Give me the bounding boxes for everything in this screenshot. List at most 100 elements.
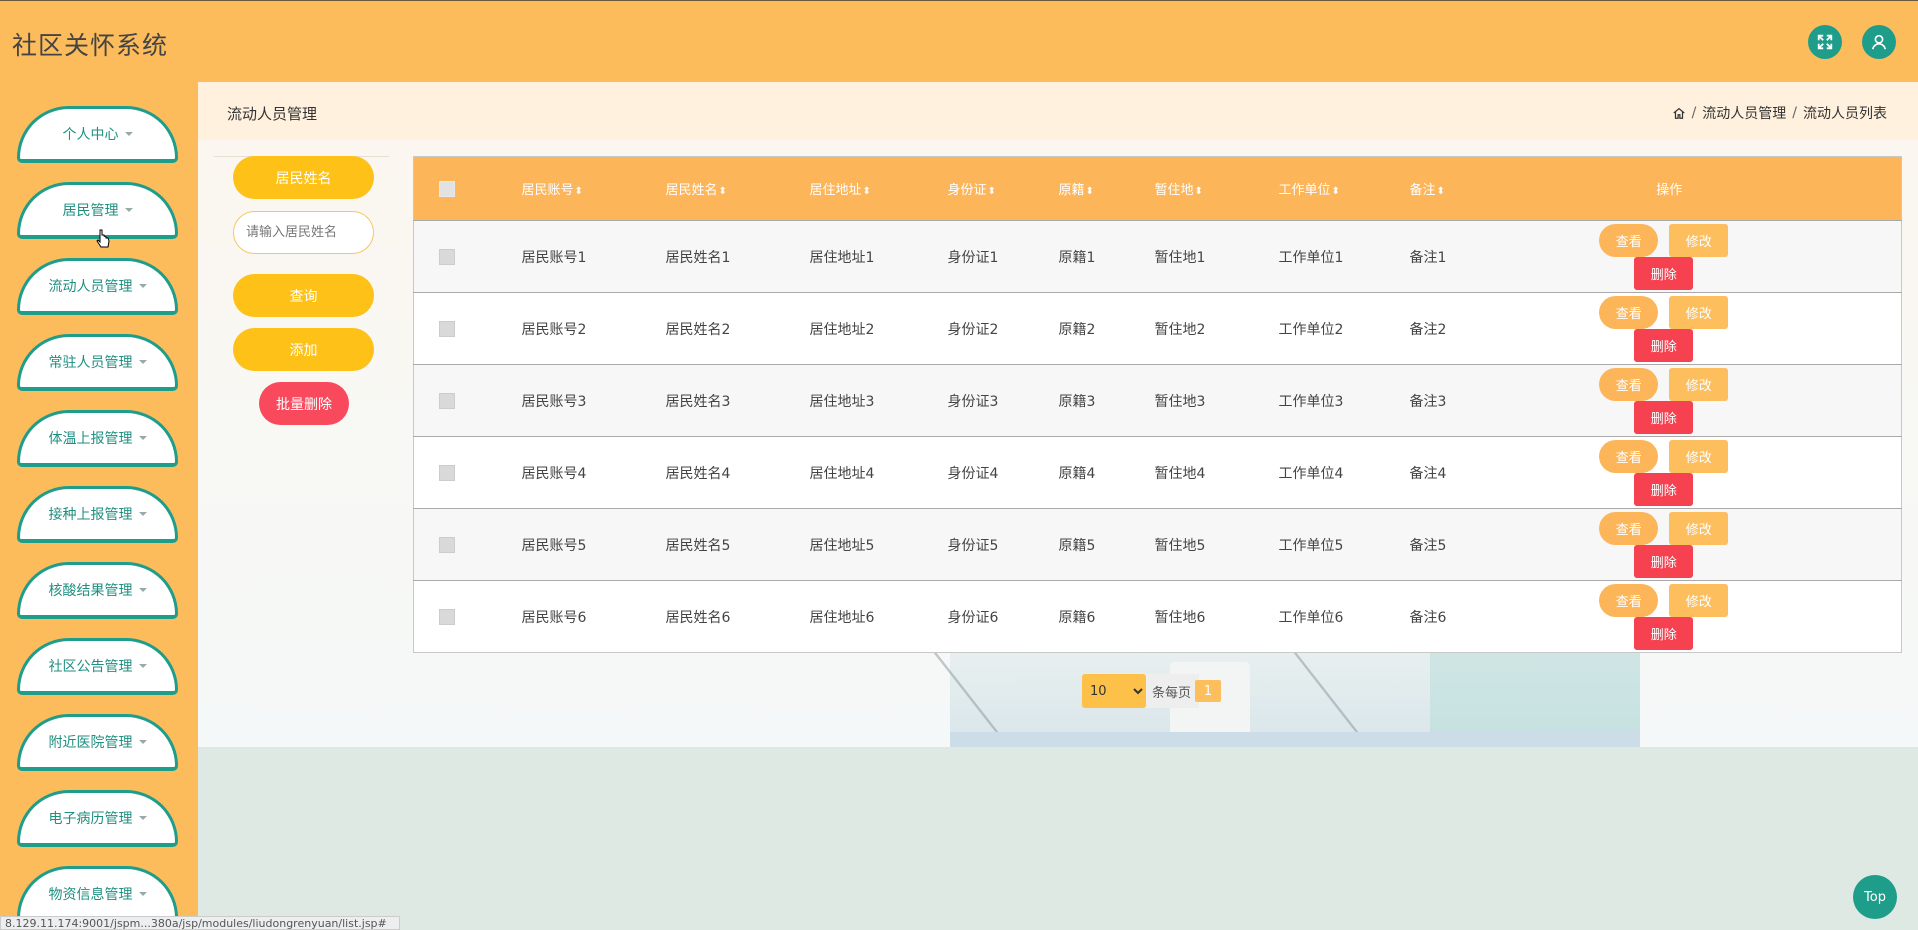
sidebar-item-nucleic-acid[interactable]: 核酸结果管理 (17, 562, 178, 619)
user-button[interactable] (1862, 25, 1896, 59)
edit-button[interactable]: 修改 (1669, 583, 1729, 617)
header-select-cell (413, 156, 522, 221)
table-cell: 原籍2 (1058, 292, 1155, 365)
table-cell: 备注5 (1409, 508, 1568, 581)
row-checkbox[interactable] (439, 464, 455, 481)
row-checkbox[interactable] (439, 536, 455, 553)
background-illustration (932, 652, 1640, 747)
row-actions-cell: 查看 修改删除 (1567, 436, 1902, 509)
column-header-id-card[interactable]: 身份证⬍ (947, 156, 1059, 221)
table-cell: 工作单位5 (1278, 508, 1410, 581)
caret-down-icon (138, 816, 147, 820)
table-cell: 居民账号2 (521, 292, 666, 365)
row-checkbox[interactable] (439, 248, 455, 265)
table-cell: 工作单位6 (1278, 580, 1410, 653)
page-button-current[interactable]: 1 (1195, 680, 1222, 702)
row-checkbox[interactable] (439, 608, 455, 625)
table-cell: 工作单位1 (1278, 220, 1410, 293)
sidebar-item-personal-center[interactable]: 个人中心 (17, 106, 178, 163)
table-cell: 原籍6 (1058, 580, 1155, 653)
table-cell: 备注3 (1409, 364, 1568, 437)
view-button[interactable]: 查看 (1599, 439, 1659, 473)
sidebar-item-floating-population[interactable]: 流动人员管理 (17, 258, 178, 315)
sidebar-item-medical-records[interactable]: 电子病历管理 (17, 790, 178, 847)
page-size-select[interactable]: 10 (1082, 674, 1146, 708)
sort-icon: ⬍ (862, 186, 871, 197)
table-row: 居民账号1 居民姓名1 居住地址1 身份证1 原籍1 暂住地1 工作单位1 备注1 查看 修改删除 (413, 220, 1902, 293)
table-cell: 工作单位3 (1278, 364, 1410, 437)
caret-down-icon (138, 588, 147, 592)
table-cell: 工作单位2 (1278, 292, 1410, 365)
delete-button[interactable]: 删除 (1634, 472, 1694, 506)
add-button[interactable]: 添加 (233, 328, 374, 371)
view-button[interactable]: 查看 (1599, 367, 1659, 401)
table-cell: 居民账号3 (521, 364, 666, 437)
sort-icon: ⬍ (987, 186, 996, 197)
table-cell: 身份证2 (947, 292, 1059, 365)
table-header-row: 居民账号⬍ 居民姓名⬍ 居住地址⬍ 身份证⬍ 原籍⬍ 暂住地⬍ 工作单位⬍ 备注… (413, 156, 1902, 221)
table-cell: 居住地址3 (809, 364, 948, 437)
view-button[interactable]: 查看 (1599, 295, 1659, 329)
fullscreen-button[interactable] (1808, 25, 1842, 59)
column-header-temp-address[interactable]: 暂住地⬍ (1154, 156, 1279, 221)
edit-button[interactable]: 修改 (1669, 511, 1729, 545)
sidebar-item-label: 接种上报管理 (48, 507, 133, 523)
view-button[interactable]: 查看 (1599, 583, 1659, 617)
row-checkbox[interactable] (439, 392, 455, 409)
edit-button[interactable]: 修改 (1669, 223, 1729, 257)
sidebar-item-nearby-hospitals[interactable]: 附近医院管理 (17, 714, 178, 771)
view-button[interactable]: 查看 (1599, 511, 1659, 545)
breadcrumb: / 流动人员管理 / 流动人员列表 (1672, 103, 1887, 123)
table-cell: 居民账号4 (521, 436, 666, 509)
table-cell: 备注6 (1409, 580, 1568, 653)
edit-button[interactable]: 修改 (1669, 367, 1729, 401)
column-header-account[interactable]: 居民账号⬍ (521, 156, 666, 221)
sidebar-item-temperature-report[interactable]: 体温上报管理 (17, 410, 178, 467)
delete-button[interactable]: 删除 (1634, 544, 1694, 578)
select-all-checkbox[interactable] (439, 180, 455, 197)
home-icon[interactable] (1672, 106, 1686, 120)
edit-button[interactable]: 修改 (1669, 439, 1729, 473)
name-field-label: 居民姓名 (233, 156, 374, 199)
delete-button[interactable]: 删除 (1634, 256, 1694, 290)
caret-down-icon (138, 284, 147, 288)
column-header-label: 暂住地 (1154, 183, 1194, 198)
column-header-origin[interactable]: 原籍⬍ (1058, 156, 1155, 221)
table-cell: 居民姓名4 (665, 436, 810, 509)
sidebar-item-vaccination-report[interactable]: 接种上报管理 (17, 486, 178, 543)
sidebar-item-announcements[interactable]: 社区公告管理 (17, 638, 178, 695)
sidebar-item-label: 附近医院管理 (48, 735, 133, 751)
column-header-label: 居住地址 (809, 183, 862, 198)
row-checkbox[interactable] (439, 320, 455, 337)
app-title: 社区关怀系统 (12, 31, 169, 60)
page-title: 流动人员管理 (227, 105, 318, 123)
back-to-top-button[interactable]: Top (1853, 875, 1897, 919)
view-button[interactable]: 查看 (1599, 223, 1659, 257)
delete-button[interactable]: 删除 (1634, 328, 1694, 362)
edit-button[interactable]: 修改 (1669, 295, 1729, 329)
delete-button[interactable]: 删除 (1634, 616, 1694, 650)
table-cell: 暂住地6 (1154, 580, 1279, 653)
column-header-name[interactable]: 居民姓名⬍ (665, 156, 810, 221)
sidebar-item-label: 常驻人员管理 (48, 355, 133, 371)
row-actions-cell: 查看 修改删除 (1567, 220, 1902, 293)
sidebar-item-label: 物资信息管理 (48, 887, 133, 903)
query-button[interactable]: 查询 (233, 274, 374, 317)
table-row: 居民账号3 居民姓名3 居住地址3 身份证3 原籍3 暂住地3 工作单位3 备注3 查看 修改删除 (413, 364, 1902, 437)
column-header-address[interactable]: 居住地址⬍ (809, 156, 948, 221)
caret-down-icon (138, 740, 147, 744)
sidebar-item-supplies[interactable]: 物资信息管理 (17, 866, 178, 923)
delete-button[interactable]: 删除 (1634, 400, 1694, 434)
resident-name-input[interactable] (233, 211, 374, 254)
table-cell: 身份证3 (947, 364, 1059, 437)
breadcrumb-item[interactable]: 流动人员管理 (1702, 103, 1786, 123)
batch-delete-button[interactable]: 批量删除 (259, 382, 349, 425)
column-header-remark[interactable]: 备注⬍ (1409, 156, 1568, 221)
table-cell: 原籍1 (1058, 220, 1155, 293)
sidebar-item-label: 社区公告管理 (48, 659, 133, 675)
column-header-workplace[interactable]: 工作单位⬍ (1278, 156, 1410, 221)
data-table: 居民账号⬍ 居民姓名⬍ 居住地址⬍ 身份证⬍ 原籍⬍ 暂住地⬍ 工作单位⬍ 备注… (413, 156, 1902, 653)
main-content: 流动人员管理 / 流动人员管理 / 流动人员列表 居民姓名 查询 添加 批量删除… (198, 82, 1918, 747)
sidebar-item-resident-population[interactable]: 常驻人员管理 (17, 334, 178, 391)
table-row: 居民账号5 居民姓名5 居住地址5 身份证5 原籍5 暂住地5 工作单位5 备注5 查看 修改删除 (413, 508, 1902, 581)
